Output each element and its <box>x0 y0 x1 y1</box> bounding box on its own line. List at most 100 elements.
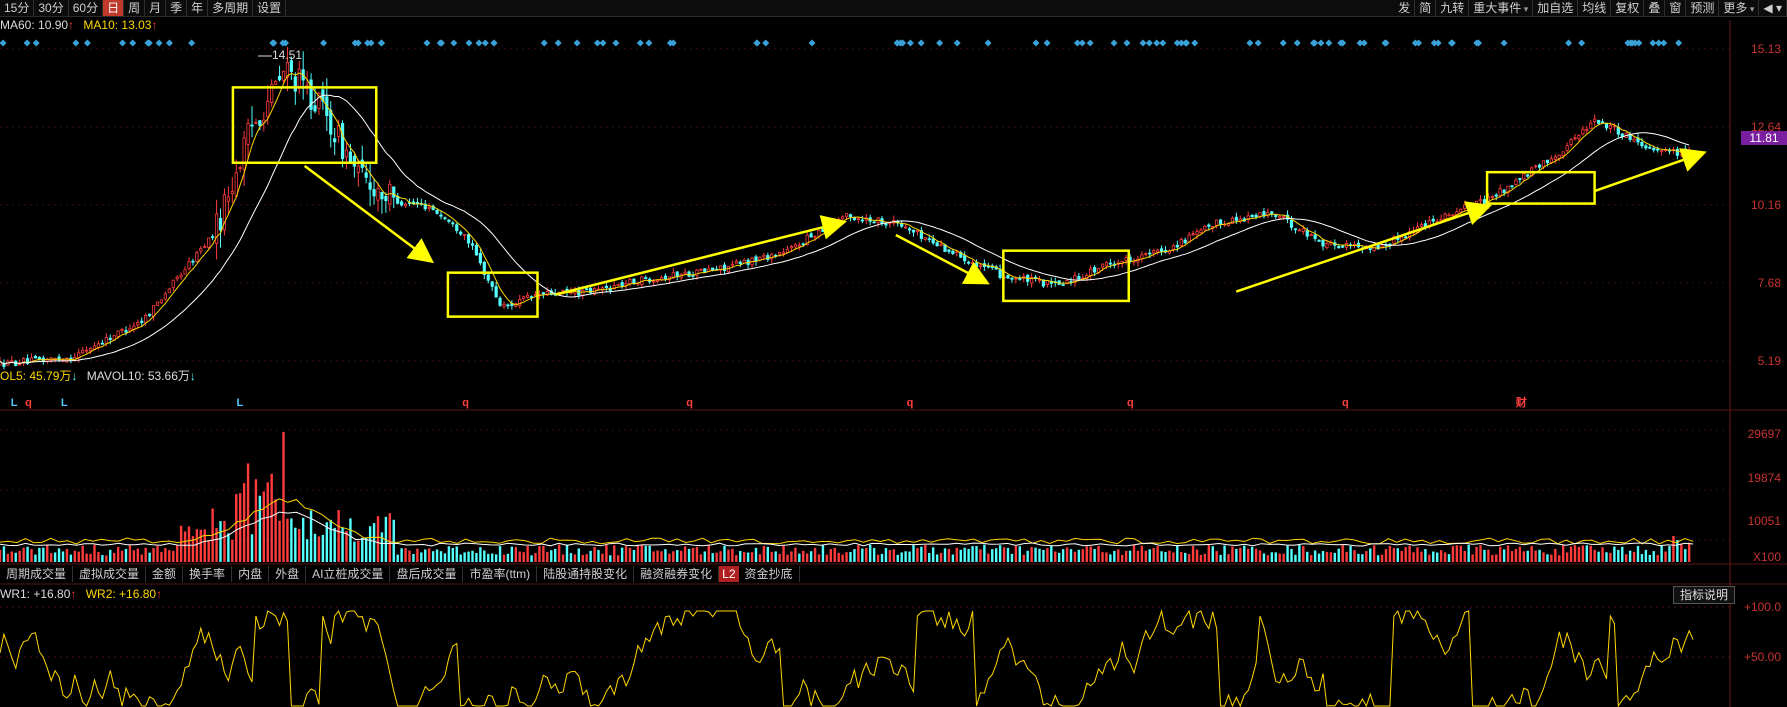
volume-bar <box>1644 549 1648 562</box>
event-diamond <box>436 39 444 47</box>
volume-bar <box>636 546 640 562</box>
volume-bar <box>1432 551 1435 562</box>
candle-body <box>494 286 498 298</box>
volume-bar <box>455 546 458 562</box>
volume-bar <box>109 549 112 562</box>
stock-chart[interactable]: LqLLqqqqq财 <box>0 0 1787 707</box>
volume-bar <box>849 552 852 562</box>
indicator-tab-2[interactable]: 金额 <box>146 566 184 582</box>
candle-body <box>1274 214 1278 217</box>
volume-bar <box>1085 546 1088 562</box>
volume-bar <box>1439 550 1443 562</box>
volume-bar <box>1447 554 1451 562</box>
wr-tick: +100.0 <box>1743 600 1781 614</box>
volume-bar <box>333 527 336 562</box>
candle-body <box>171 279 175 288</box>
candle-body <box>1534 165 1538 168</box>
indicator-tab-5[interactable]: 外盘 <box>269 566 307 582</box>
volume-bar <box>1471 554 1474 562</box>
volume-bar <box>1376 555 1380 562</box>
volume-bar <box>1526 550 1529 562</box>
volume-bar <box>242 483 246 562</box>
volume-bar <box>530 555 533 562</box>
candle-body <box>778 252 782 255</box>
volume-bar <box>223 520 226 562</box>
candle-body <box>100 342 104 345</box>
indicator-tab-11[interactable]: 资金抄底 <box>739 566 800 582</box>
volume-bar <box>235 494 238 562</box>
event-diamond <box>1139 39 1147 47</box>
volume-bar <box>1117 549 1120 562</box>
volume-bar <box>715 552 718 562</box>
volume-bar <box>120 550 124 562</box>
volume-bar <box>1274 552 1277 562</box>
indicator-tab-4[interactable]: 内盘 <box>232 566 270 582</box>
indicator-tab-3[interactable]: 换手率 <box>183 566 233 582</box>
candle-body <box>1616 126 1620 135</box>
candle-body <box>1404 236 1408 239</box>
candle-body <box>1526 174 1530 177</box>
volume-bar <box>648 545 651 562</box>
volume-bar <box>1684 549 1687 562</box>
event-diamond <box>808 39 816 47</box>
volume-bar <box>85 553 88 562</box>
event-diamond <box>1325 39 1333 47</box>
candle-body <box>856 218 860 221</box>
candle-body <box>541 292 545 295</box>
volume-bar <box>1286 545 1289 562</box>
event-diamond <box>1043 39 1051 47</box>
indicator-help-button[interactable]: 指标说明 <box>1672 586 1735 604</box>
volume-bar <box>49 553 53 562</box>
volume-bar <box>955 547 959 562</box>
event-diamond <box>1110 39 1118 47</box>
indicator-tab-1[interactable]: 虚拟成交量 <box>73 566 147 582</box>
candle-body <box>1156 249 1160 253</box>
volume-bar <box>774 551 777 562</box>
candle-body <box>1419 224 1424 227</box>
candle-body <box>1018 277 1022 280</box>
event-diamond <box>917 39 925 47</box>
candle-body <box>1597 119 1601 124</box>
volume-bar <box>589 550 592 562</box>
volume-bar <box>364 537 368 562</box>
candle-body <box>1573 137 1577 140</box>
volume-bar <box>569 553 573 562</box>
indicator-tab-10[interactable]: 融资融券变化 <box>634 566 720 582</box>
volume-bar <box>1329 552 1333 562</box>
candle-body <box>1463 204 1467 210</box>
candle-body <box>754 256 758 262</box>
candle-body <box>1604 123 1609 129</box>
candle-body <box>1219 219 1223 225</box>
volume-bar <box>1609 552 1612 562</box>
event-diamond <box>984 39 992 47</box>
volume-bar <box>1148 549 1151 562</box>
candle-body <box>329 109 333 135</box>
volume-bar <box>542 545 545 562</box>
event-diamond <box>1565 39 1573 47</box>
indicator-tab-8[interactable]: 市盈率(ttm) <box>463 566 538 582</box>
volume-bar <box>1325 551 1329 562</box>
candle-body <box>191 260 195 263</box>
indicator-tab-9[interactable]: 陆股通持股变化 <box>537 566 635 582</box>
volume-bar <box>376 516 380 562</box>
volume-bar <box>1628 550 1632 562</box>
volume-bar <box>53 552 57 562</box>
volume-bar <box>676 550 679 562</box>
volume-bar <box>105 555 108 562</box>
indicator-tab-0[interactable]: 周期成交量 <box>0 566 74 582</box>
candle-body <box>463 234 467 237</box>
candle-body <box>1514 179 1518 185</box>
volume-bar <box>632 549 636 562</box>
candle-body <box>1207 224 1211 227</box>
volume-bar <box>616 555 620 562</box>
candle-body <box>927 238 931 241</box>
event-diamond <box>1123 39 1131 47</box>
candle-body <box>1502 189 1506 194</box>
volume-bar <box>857 545 860 562</box>
trend-arrow <box>1594 148 1707 193</box>
indicator-tab-6[interactable]: AI立桩成交量 <box>306 566 391 582</box>
highlight-box <box>231 86 378 165</box>
indicator-tab-7[interactable]: 盘后成交量 <box>390 566 464 582</box>
volume-bar <box>790 551 793 562</box>
volume-bar <box>935 554 939 562</box>
